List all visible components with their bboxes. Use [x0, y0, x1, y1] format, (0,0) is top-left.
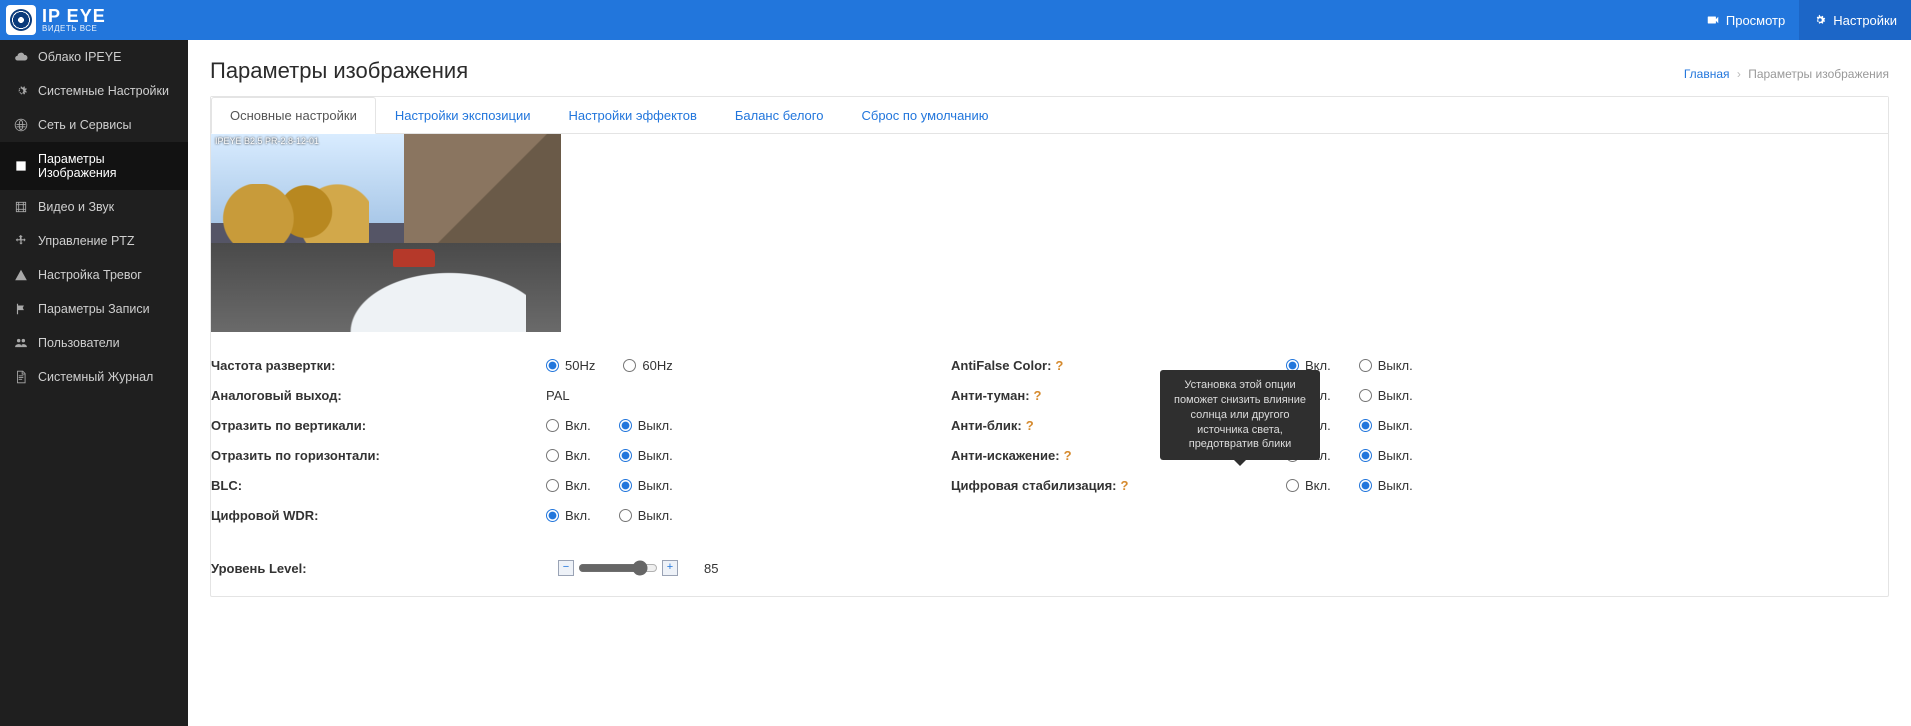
help-icon[interactable]: ? [1055, 358, 1063, 373]
radio-dstab-on[interactable]: Вкл. [1286, 478, 1331, 493]
page-title: Параметры изображения [210, 58, 468, 84]
radio-antidist-off[interactable]: Выкл. [1359, 448, 1413, 463]
radio-dwdr-on[interactable]: Вкл. [546, 508, 591, 523]
radio-antifog-off[interactable]: Выкл. [1359, 388, 1413, 403]
label-level: Уровень Level: [211, 561, 546, 576]
label-antidist: Анти-искажение: [951, 448, 1060, 463]
label-dstab: Цифровая стабилизация: [951, 478, 1117, 493]
topbar: IP EYE ВИДЕТЬ ВСЕ Просмотр Настройки [0, 0, 1911, 40]
row-dwdr: Цифровой WDR: Вкл. Выкл. [211, 500, 891, 530]
label-scan-freq: Частота развертки: [211, 358, 546, 373]
nav-settings[interactable]: Настройки [1799, 0, 1911, 40]
radio-antifalse-off[interactable]: Выкл. [1359, 358, 1413, 373]
radio-flipv-on[interactable]: Вкл. [546, 418, 591, 433]
tab-whitebalance[interactable]: Баланс белого [716, 97, 843, 134]
breadcrumb-current: Параметры изображения [1748, 67, 1889, 81]
help-icon[interactable]: ? [1026, 418, 1034, 433]
settings-panel: Основные настройки Настройки экспозиции … [210, 96, 1889, 597]
sidebar-item-cloud[interactable]: Облако IPEYE [0, 40, 188, 74]
gears-icon [14, 84, 28, 98]
gear-icon [1813, 13, 1827, 27]
level-value: 85 [704, 561, 718, 576]
brand-tagline: ВИДЕТЬ ВСЕ [42, 25, 106, 33]
tab-reset[interactable]: Сброс по умолчанию [842, 97, 1007, 134]
help-icon[interactable]: ? [1064, 448, 1072, 463]
label-antifog: Анти-туман: [951, 388, 1030, 403]
top-nav: Просмотр Настройки [1692, 0, 1911, 40]
tab-effects[interactable]: Настройки эффектов [549, 97, 715, 134]
radio-fliph-off[interactable]: Выкл. [619, 448, 673, 463]
level-slider[interactable] [578, 560, 658, 576]
row-flip-v: Отразить по вертикали: Вкл. Выкл. [211, 410, 891, 440]
sidebar-item-users[interactable]: Пользователи [0, 326, 188, 360]
brand-logo[interactable]: IP EYE ВИДЕТЬ ВСЕ [6, 5, 106, 35]
row-level: Уровень Level: − + 85 [211, 560, 891, 576]
breadcrumb: Главная › Параметры изображения [1684, 67, 1889, 81]
label-flip-h: Отразить по горизонтали: [211, 448, 546, 463]
tab-exposure[interactable]: Настройки экспозиции [376, 97, 550, 134]
flag-icon [14, 302, 28, 316]
radio-60hz[interactable]: 60Hz [623, 358, 672, 373]
camera-preview: IPEYE B2.5 PR-2.8-12-01 [211, 134, 561, 332]
camera-icon [1706, 13, 1720, 27]
sidebar-item-av[interactable]: Видео и Звук [0, 190, 188, 224]
level-decrement-button[interactable]: − [558, 560, 574, 576]
chevron-right-icon: › [1737, 67, 1741, 81]
radio-fliph-on[interactable]: Вкл. [546, 448, 591, 463]
sidebar-item-log[interactable]: Системный Журнал [0, 360, 188, 394]
help-icon[interactable]: ? [1121, 478, 1129, 493]
image-icon [14, 159, 28, 173]
help-icon[interactable]: ? [1034, 388, 1042, 403]
sidebar-item-network[interactable]: Сеть и Сервисы [0, 108, 188, 142]
sidebar-item-alarm[interactable]: Настройка Тревог [0, 258, 188, 292]
brand-name: IP EYE [42, 7, 106, 25]
row-dstab: Цифровая стабилизация: ? Вкл. Выкл. [951, 470, 1631, 500]
radio-antiglare-off[interactable]: Выкл. [1359, 418, 1413, 433]
row-blc: BLC: Вкл. Выкл. [211, 470, 891, 500]
sidebar: Облако IPEYE Системные Настройки Сеть и … [0, 40, 188, 726]
globe-icon [14, 118, 28, 132]
film-icon [14, 200, 28, 214]
value-analog-out: PAL [546, 388, 570, 403]
label-antiglare: Анти-блик: [951, 418, 1022, 433]
sidebar-item-ptz[interactable]: Управление PTZ [0, 224, 188, 258]
move-icon [14, 234, 28, 248]
sidebar-item-record[interactable]: Параметры Записи [0, 292, 188, 326]
preview-osd-text: IPEYE B2.5 PR-2.8-12-01 [215, 136, 319, 146]
breadcrumb-home[interactable]: Главная [1684, 67, 1730, 81]
radio-blc-off[interactable]: Выкл. [619, 478, 673, 493]
radio-50hz[interactable]: 50Hz [546, 358, 595, 373]
level-increment-button[interactable]: + [662, 560, 678, 576]
row-analog-out: Аналоговый выход: PAL [211, 380, 891, 410]
label-dwdr: Цифровой WDR: [211, 508, 546, 523]
label-analog-out: Аналоговый выход: [211, 388, 546, 403]
tab-basic[interactable]: Основные настройки [211, 97, 376, 134]
cloud-icon [14, 50, 28, 64]
document-icon [14, 370, 28, 384]
radio-dstab-off[interactable]: Выкл. [1359, 478, 1413, 493]
help-tooltip: Установка этой опции поможет снизить вли… [1160, 370, 1320, 460]
warning-icon [14, 268, 28, 282]
label-antifalse: AntiFalse Color: [951, 358, 1051, 373]
row-scan-freq: Частота развертки: 50Hz 60Hz [211, 350, 891, 380]
tabs: Основные настройки Настройки экспозиции … [211, 97, 1888, 134]
logo-eye-icon [6, 5, 36, 35]
sidebar-item-system[interactable]: Системные Настройки [0, 74, 188, 108]
settings-column-left: Частота развертки: 50Hz 60Hz Аналоговый … [211, 350, 891, 576]
radio-blc-on[interactable]: Вкл. [546, 478, 591, 493]
label-blc: BLC: [211, 478, 546, 493]
users-icon [14, 336, 28, 350]
radio-flipv-off[interactable]: Выкл. [619, 418, 673, 433]
row-flip-h: Отразить по горизонтали: Вкл. Выкл. [211, 440, 891, 470]
label-flip-v: Отразить по вертикали: [211, 418, 546, 433]
nav-view[interactable]: Просмотр [1692, 0, 1799, 40]
tab-body: IPEYE B2.5 PR-2.8-12-01 Частота развертк… [211, 134, 1888, 596]
sidebar-item-image[interactable]: Параметры Изображения [0, 142, 188, 190]
radio-dwdr-off[interactable]: Выкл. [619, 508, 673, 523]
main-content: Параметры изображения Главная › Параметр… [188, 40, 1911, 726]
